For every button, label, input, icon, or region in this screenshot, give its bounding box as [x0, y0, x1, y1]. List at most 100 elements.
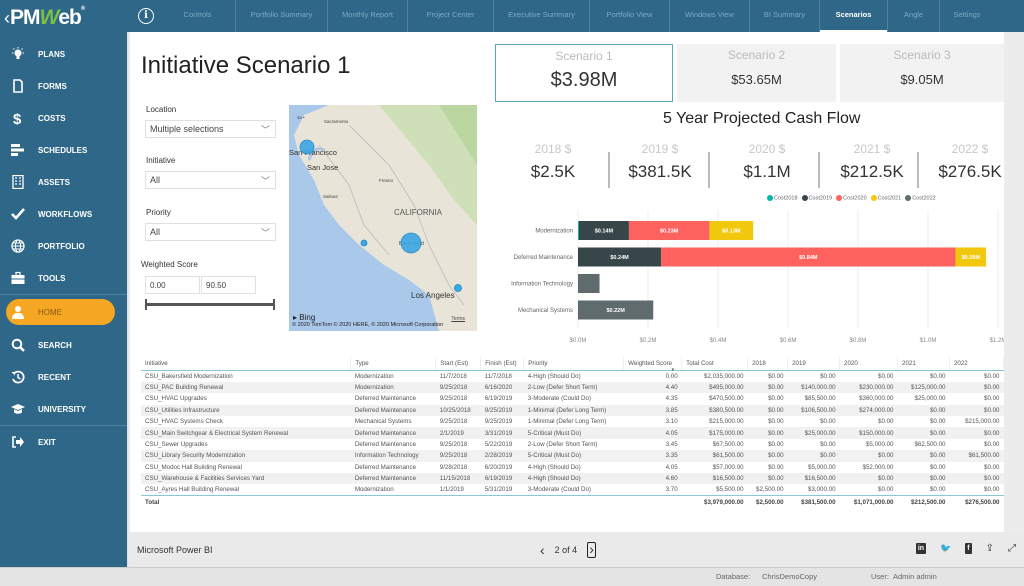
slider-min-handle[interactable]: [145, 299, 147, 310]
sidebar-item-recent[interactable]: RECENT: [0, 361, 127, 393]
weighted-score-max-input[interactable]: 90.50: [201, 276, 256, 294]
legend-item-cost2019[interactable]: Cost2019: [801, 195, 832, 201]
tab-portfolio-view[interactable]: Portfolio View: [590, 0, 670, 32]
location-map[interactable]: sa • Sacramento San Francisco San Jose F…: [289, 105, 477, 331]
weighted-score-slider[interactable]: [145, 299, 275, 310]
legend-item-cost2022[interactable]: Cost2022: [905, 195, 936, 201]
sidebar-item-forms[interactable]: FORMS: [0, 70, 127, 102]
scenario-card-2[interactable]: Scenario 2 $53.65M: [677, 44, 836, 102]
sidebar-item-workflows[interactable]: WORKFLOWS: [0, 198, 127, 230]
initiative-value: All: [150, 175, 161, 185]
user-icon: [10, 304, 26, 320]
scenario-card-3[interactable]: Scenario 3 $9.05M: [840, 44, 1004, 102]
table-cell: Deferred Maintenance: [350, 473, 436, 485]
sidebar-item-schedules[interactable]: SCHEDULES: [0, 134, 127, 166]
table-row[interactable]: CSU_HVAC Upgrades Deferred Maintenance 9/2…: [141, 393, 1004, 404]
tab-project-center[interactable]: Project Center: [408, 0, 494, 32]
kpi-value: $212.5K: [840, 162, 904, 181]
sidebar-item-university[interactable]: UNIVERSITY: [0, 393, 127, 425]
column-header-finish-est[interactable]: Finish (Est): [480, 357, 525, 371]
table-cell: 4.60: [623, 473, 682, 485]
table-row[interactable]: CSU_HVAC Systems Check Mechanical Systems…: [141, 416, 1004, 427]
share-icon[interactable]: ⇪: [986, 543, 994, 554]
table-cell: $0.00: [929, 372, 946, 380]
table-cell: $2,500.00: [756, 486, 784, 494]
table-cell: Modernization: [350, 381, 436, 394]
pmweb-logo[interactable]: ‹PMWeb®: [4, 6, 85, 29]
table-row[interactable]: CSU_Modoc Hall Building Renewal Deferred …: [141, 462, 1004, 473]
legend-item-cost2020[interactable]: Cost2020: [836, 195, 867, 201]
sidebar-item-assets[interactable]: ASSETS: [0, 166, 127, 198]
sidebar-item-portfolio[interactable]: PORTFOLIO: [0, 230, 127, 262]
bar-segment-cost2022[interactable]: [578, 274, 600, 293]
fullscreen-icon[interactable]: ⤢: [1008, 543, 1016, 554]
sidebar-item-costs[interactable]: $ COSTS: [0, 102, 127, 134]
table-row[interactable]: CSU_PAC Building Renewal Modernization 9/2…: [141, 381, 1004, 394]
priority-dropdown[interactable]: All ﹀: [145, 223, 276, 241]
sidebar-item-tools[interactable]: TOOLS: [0, 262, 127, 294]
tab-angle[interactable]: Angle: [888, 0, 940, 32]
table-cell: $0.00: [984, 372, 1000, 380]
map-terms-link[interactable]: Terms: [451, 316, 465, 322]
column-header-2020[interactable]: 2020: [839, 357, 898, 371]
category-label: Information Technology: [511, 282, 573, 288]
column-header-2021[interactable]: 2021: [897, 357, 950, 371]
table-cell: $0.00: [747, 450, 788, 462]
page-navigator: ‹ 2 of 4 ›: [540, 542, 596, 558]
column-header-priority[interactable]: Priority: [523, 357, 625, 371]
column-header-total-cost[interactable]: Total Cost ▾: [672, 357, 749, 373]
bar-segment-cost2018[interactable]: [578, 221, 579, 240]
table-row[interactable]: CSU_Utilities Infrastructure Deferred Mai…: [141, 404, 1004, 417]
tab-portfolio-summary[interactable]: Portfolio Summary: [236, 0, 328, 32]
table-row[interactable]: CSU_Bakersfield Modernization Modernizati…: [141, 371, 1004, 382]
location-dropdown[interactable]: Multiple selections ﹀: [145, 120, 276, 138]
search-icon: [10, 337, 26, 353]
sidebar-item-plans[interactable]: PLANS: [0, 38, 127, 70]
table-row[interactable]: CSU_Main Switchgear & Electrical System …: [141, 427, 1004, 439]
next-page-button[interactable]: ›: [587, 542, 596, 558]
bar-data-label: $0.14M: [595, 229, 614, 235]
legend-swatch: [767, 195, 773, 201]
column-header-2022[interactable]: 2022: [949, 357, 1005, 371]
facebook-icon[interactable]: f: [965, 543, 972, 554]
tab-windows-view[interactable]: Windows View: [670, 0, 750, 32]
previous-page-button[interactable]: ‹: [540, 542, 545, 558]
legend-item-cost2021[interactable]: Cost2021: [870, 195, 901, 201]
slider-max-handle[interactable]: [273, 299, 275, 310]
back-chevron-icon[interactable]: ‹: [4, 8, 10, 28]
tab-scenarios[interactable]: Scenarios: [820, 0, 888, 32]
table-row[interactable]: CSU_Warehouse & Facilities Services Yard…: [141, 473, 1004, 485]
table-row[interactable]: CSU_Sewer Upgrades Deferred Maintenance 9/…: [141, 439, 1004, 450]
tab-bi-summary[interactable]: BI Summary: [750, 0, 820, 32]
legend-item-cost2018[interactable]: Cost2018: [767, 195, 798, 201]
table-row[interactable]: CSU_Ayres Hall Building Renewal Moderniza…: [141, 484, 1004, 495]
column-header-2018[interactable]: 2018: [747, 357, 789, 371]
kpi-label: 2022 $: [951, 142, 989, 156]
info-icon[interactable]: i: [138, 8, 154, 24]
sidebar-item-exit[interactable]: EXIT: [0, 426, 127, 458]
powerbi-footer: Microsoft Power BI ‹ 2 of 4 › in 🐦 f ⇪ ⤢: [130, 532, 1024, 567]
weighted-score-min-input[interactable]: 0.00: [145, 276, 200, 294]
tab-controls[interactable]: Controls: [160, 0, 236, 32]
table-cell: $62,500.00: [914, 441, 946, 449]
initiative-dropdown[interactable]: All ﹀: [145, 171, 276, 189]
scenario-card-1[interactable]: Scenario 1 $3.98M: [495, 44, 673, 102]
total-cell: Total: [141, 495, 351, 508]
linkedin-icon[interactable]: in: [915, 543, 927, 554]
x-tick-label: $1.2M: [990, 338, 1004, 344]
column-header-start-est[interactable]: Start (Est): [435, 357, 482, 371]
column-header-2019[interactable]: 2019: [787, 357, 841, 371]
tab-monthly-report[interactable]: Monthly Report: [328, 0, 408, 32]
column-header-type[interactable]: Type: [350, 357, 437, 371]
tab-executive-summary[interactable]: Executive Summary: [494, 0, 590, 32]
twitter-icon[interactable]: 🐦: [940, 543, 951, 554]
column-header-initiative[interactable]: Initiative: [141, 357, 352, 371]
tab-settings[interactable]: Settings: [940, 0, 994, 32]
sidebar-item-home[interactable]: HOME: [6, 299, 115, 325]
x-tick-label: $0.0M: [570, 338, 587, 344]
table-cell: $215,000.00: [709, 418, 744, 426]
sidebar-item-search[interactable]: SEARCH: [0, 329, 127, 361]
table-cell: 2-Low (Defer Short Term): [523, 381, 624, 394]
table-row[interactable]: CSU_Library Security Modernization Inform…: [141, 450, 1004, 462]
table-cell: $175,000.00: [681, 427, 748, 439]
